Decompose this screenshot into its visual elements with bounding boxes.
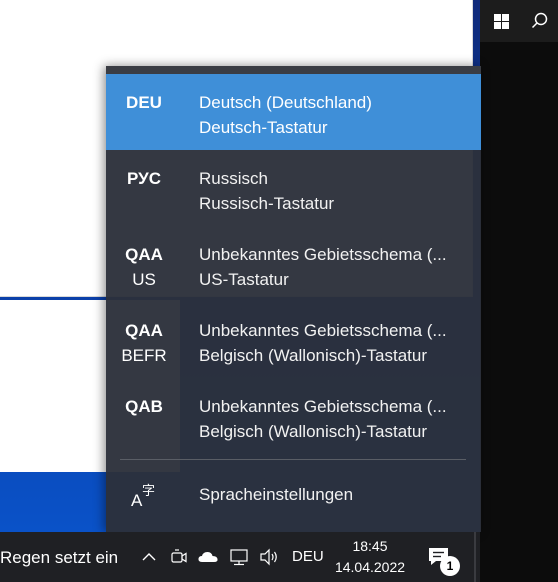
- language-code: QAA BEFR: [106, 302, 182, 368]
- svg-text:字: 字: [142, 484, 155, 499]
- language-description: Russisch Russisch-Tastatur: [182, 150, 334, 216]
- language-code-primary: РУС: [127, 169, 161, 188]
- clock[interactable]: 18:45 14.04.2022: [330, 536, 410, 578]
- language-code-primary: DEU: [126, 93, 162, 112]
- keyboard-name: Belgisch (Wallonisch)-Tastatur: [199, 346, 427, 365]
- language-name: Russisch: [199, 169, 268, 188]
- language-item-qaa-us[interactable]: QAA US Unbekanntes Gebietsschema (... US…: [106, 226, 481, 302]
- flyout-top-border: [106, 66, 481, 74]
- flyout-divider: [120, 459, 466, 460]
- language-flyout: DEU Deutsch (Deutschland) Deutsch-Tastat…: [106, 66, 481, 532]
- language-settings-icon: A 字: [106, 482, 182, 508]
- language-item-deu[interactable]: DEU Deutsch (Deutschland) Deutsch-Tastat…: [106, 74, 481, 150]
- language-item-rus[interactable]: РУС Russisch Russisch-Tastatur: [106, 150, 481, 226]
- language-code: РУС: [106, 150, 182, 191]
- language-description: Unbekanntes Gebietsschema (... US-Tastat…: [182, 226, 447, 292]
- search-icon[interactable]: [522, 0, 558, 42]
- language-item-qab[interactable]: QAB Unbekanntes Gebietsschema (... Belgi…: [106, 378, 481, 454]
- input-language-indicator[interactable]: DEU: [292, 548, 324, 565]
- keyboard-name: Russisch-Tastatur: [199, 194, 335, 213]
- language-settings-link[interactable]: A 字 Spracheinstellungen: [106, 470, 481, 520]
- language-description: Unbekanntes Gebietsschema (... Belgisch …: [182, 302, 447, 368]
- language-code-secondary: US: [132, 270, 156, 289]
- language-code-primary: QAB: [125, 397, 163, 416]
- language-code: QAA US: [106, 226, 182, 292]
- language-code-secondary: BEFR: [121, 346, 167, 365]
- secondary-taskbar: [480, 0, 558, 42]
- network-icon[interactable]: [228, 546, 250, 568]
- chevron-up-icon[interactable]: [138, 546, 160, 568]
- language-settings-label: Spracheinstellungen: [199, 485, 354, 504]
- language-name: Unbekanntes Gebietsschema (...: [199, 321, 447, 340]
- clock-time: 18:45: [352, 538, 388, 554]
- keyboard-name: US-Tastatur: [199, 270, 289, 289]
- clock-date: 14.04.2022: [334, 559, 406, 575]
- secondary-display-strip: [480, 0, 558, 582]
- onedrive-cloud-icon[interactable]: [197, 546, 219, 568]
- windows-start-icon[interactable]: [480, 0, 522, 42]
- meet-now-icon[interactable]: [168, 546, 190, 568]
- weather-widget[interactable]: Regen setzt ein: [0, 548, 118, 568]
- language-name: Unbekanntes Gebietsschema (...: [199, 245, 447, 264]
- show-desktop-button[interactable]: [474, 532, 476, 582]
- language-code: DEU: [106, 74, 182, 115]
- keyboard-name: Belgisch (Wallonisch)-Tastatur: [199, 422, 427, 441]
- taskbar: Regen setzt ein DEU 18:45 14.04.2022: [0, 532, 480, 582]
- language-code-primary: QAA: [125, 245, 163, 264]
- keyboard-name: Deutsch-Tastatur: [199, 118, 328, 137]
- language-item-qaa-befr[interactable]: QAA BEFR Unbekanntes Gebietsschema (... …: [106, 302, 481, 378]
- notification-count-badge: 1: [440, 556, 460, 576]
- volume-icon[interactable]: [258, 546, 280, 568]
- language-description: Unbekanntes Gebietsschema (... Belgisch …: [182, 378, 447, 444]
- language-name: Unbekanntes Gebietsschema (...: [199, 397, 447, 416]
- language-code: QAB: [106, 378, 182, 419]
- language-code-primary: QAA: [125, 321, 163, 340]
- language-description: Deutsch (Deutschland) Deutsch-Tastatur: [182, 74, 372, 140]
- language-name: Deutsch (Deutschland): [199, 93, 372, 112]
